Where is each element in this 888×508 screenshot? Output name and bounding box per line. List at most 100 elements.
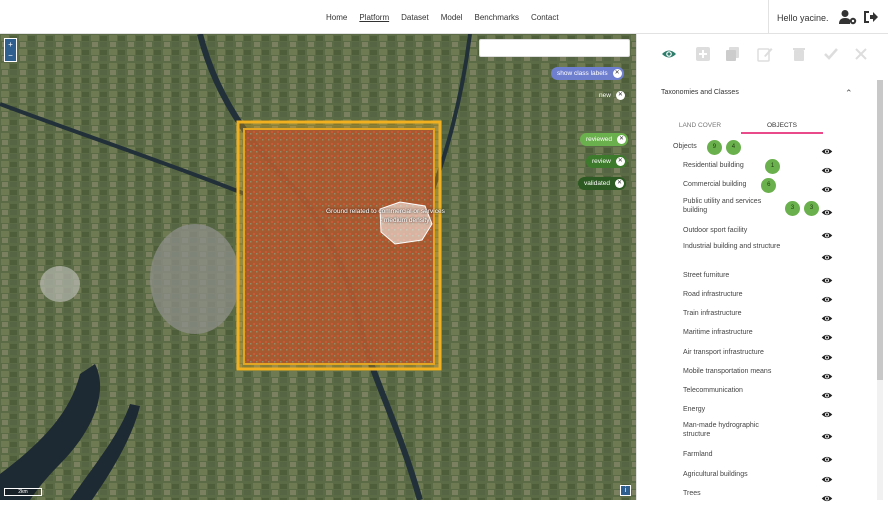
check-icon[interactable] (823, 46, 839, 62)
nav-contact[interactable]: Contact (531, 13, 559, 22)
filter-label: review (592, 158, 611, 165)
eye-icon[interactable] (821, 249, 833, 267)
eye-icon[interactable] (661, 46, 677, 62)
nav-dataset[interactable]: Dataset (401, 13, 429, 22)
eye-icon[interactable] (821, 490, 833, 508)
count-badge: 6 (761, 178, 777, 194)
add-icon[interactable] (695, 46, 711, 62)
class-label: Industrial building and structure (683, 242, 781, 250)
class-item[interactable]: Street furniture (637, 267, 877, 286)
nav-home[interactable]: Home (326, 13, 347, 22)
map-search-input[interactable] (479, 39, 630, 57)
copy-icon[interactable] (725, 46, 741, 62)
chevron-up-icon[interactable]: ⌃ (845, 88, 853, 99)
user-settings-icon[interactable] (839, 9, 857, 25)
side-panel: Taxonomies and Classes ⌃ LAND COVER OBJE… (636, 34, 888, 501)
logout-icon[interactable] (863, 9, 879, 25)
count-badge: 9 (706, 140, 722, 155)
filter-label: show class labels (557, 70, 608, 77)
filter-label: reviewed (586, 136, 613, 143)
annotation-line: - medium density (380, 217, 430, 224)
class-label: Street furniture (683, 271, 730, 279)
count-badge: 4 (725, 140, 741, 155)
satellite-map[interactable]: + − show class labels ✕ new ✕ reviewed ✕… (0, 34, 636, 500)
nav-model[interactable]: Model (441, 13, 463, 22)
class-item[interactable]: Energy (637, 401, 877, 420)
class-item[interactable]: Commercial building 6 (637, 176, 877, 195)
filter-label: validated (584, 180, 611, 187)
filter-new[interactable]: new ✕ (593, 89, 627, 102)
close-icon[interactable]: ✕ (612, 69, 622, 78)
close-icon[interactable]: ✕ (615, 157, 625, 166)
taxonomy-tabs: LAND COVER OBJECTS (659, 120, 823, 134)
class-label: Train infrastructure (683, 310, 742, 318)
zoom-control: + − (4, 38, 17, 62)
class-item[interactable]: Trees (637, 485, 877, 504)
class-label: Residential building (683, 162, 744, 170)
class-label: Man-made hydrographic structure (683, 422, 759, 439)
class-item[interactable]: Agricultural buildings (637, 466, 877, 485)
class-label: Maritime infrastructure (683, 329, 753, 337)
close-icon[interactable] (853, 46, 869, 62)
class-item[interactable]: Telecommunication (637, 382, 877, 401)
class-label: Agricultural buildings (683, 470, 748, 478)
class-item[interactable]: Industrial building and structure (637, 241, 877, 267)
class-item[interactable]: Man-made hydrographic structure (637, 420, 877, 446)
class-label: Telecommunication (683, 387, 743, 394)
feature-annotation: Ground related to commercial or services… (326, 207, 445, 225)
user-area: Hello yacine. (768, 0, 888, 34)
section-title: Taxonomies and Classes (661, 89, 739, 96)
close-icon[interactable]: ✕ (617, 135, 627, 144)
nav-links: Home Platform Dataset Model Benchmarks C… (326, 13, 559, 22)
top-navbar: Home Platform Dataset Model Benchmarks C… (0, 0, 888, 34)
class-item[interactable]: Road infrastructure (637, 286, 877, 305)
panel-scrollbar[interactable] (877, 80, 883, 500)
zoom-out-button[interactable]: − (5, 50, 16, 61)
class-group-objects[interactable]: Objects 9 4 (637, 138, 877, 157)
class-label: Energy (683, 406, 706, 414)
class-item[interactable]: Outdoor sport facility (637, 222, 877, 241)
greeting: Hello yacine. (777, 13, 829, 23)
class-label: Trees (683, 489, 701, 497)
filter-review[interactable]: review ✕ (586, 155, 627, 168)
class-item[interactable]: Mobile transportation means (637, 363, 877, 382)
class-label: Outdoor sport facility (683, 226, 748, 234)
class-label: Mobile transportation means (683, 367, 772, 375)
trash-icon[interactable] (791, 46, 807, 62)
count-badge: 3 (804, 200, 819, 216)
map-imagery (0, 34, 636, 500)
class-label: Public utility and services building (683, 197, 762, 214)
nav-platform[interactable]: Platform (359, 13, 389, 22)
filter-validated[interactable]: validated ✕ (578, 177, 627, 190)
panel-toolbar (637, 46, 888, 66)
edit-icon[interactable] (757, 46, 773, 62)
count-badge: 1 (765, 159, 780, 175)
class-item[interactable]: Maritime infrastructure (637, 324, 877, 343)
class-label: Farmland (683, 451, 713, 459)
class-label: Road infrastructure (683, 291, 743, 298)
class-item[interactable]: Air transport infrastructure (637, 344, 877, 363)
count-badge: 3 (785, 200, 800, 216)
class-item[interactable]: Residential building 1 (637, 157, 877, 176)
class-item[interactable]: Train infrastructure (637, 305, 877, 324)
nav-benchmarks[interactable]: Benchmarks (475, 13, 519, 22)
class-label: Objects (673, 143, 697, 150)
scroll-thumb[interactable] (877, 80, 883, 380)
class-item[interactable]: Public utility and services building 3 3 (637, 196, 877, 222)
class-item[interactable]: Farmland (637, 446, 877, 465)
eye-icon[interactable] (821, 428, 833, 446)
tab-objects[interactable]: OBJECTS (741, 120, 823, 134)
zoom-in-button[interactable]: + (5, 39, 16, 50)
scale-bar: 2km (4, 488, 42, 496)
tab-land-cover[interactable]: LAND COVER (659, 120, 741, 134)
eye-icon[interactable] (821, 204, 833, 222)
filter-label: new (599, 92, 611, 99)
close-icon[interactable]: ✕ (615, 91, 625, 100)
filter-reviewed[interactable]: reviewed ✕ (580, 133, 629, 146)
info-button[interactable]: i (620, 485, 631, 496)
close-icon[interactable]: ✕ (615, 179, 625, 188)
class-label: Air transport infrastructure (683, 348, 764, 356)
filter-show-class-labels[interactable]: show class labels ✕ (551, 67, 624, 80)
class-label: Commercial building (683, 181, 747, 189)
annotation-line: Ground related to commercial or services (326, 208, 445, 215)
